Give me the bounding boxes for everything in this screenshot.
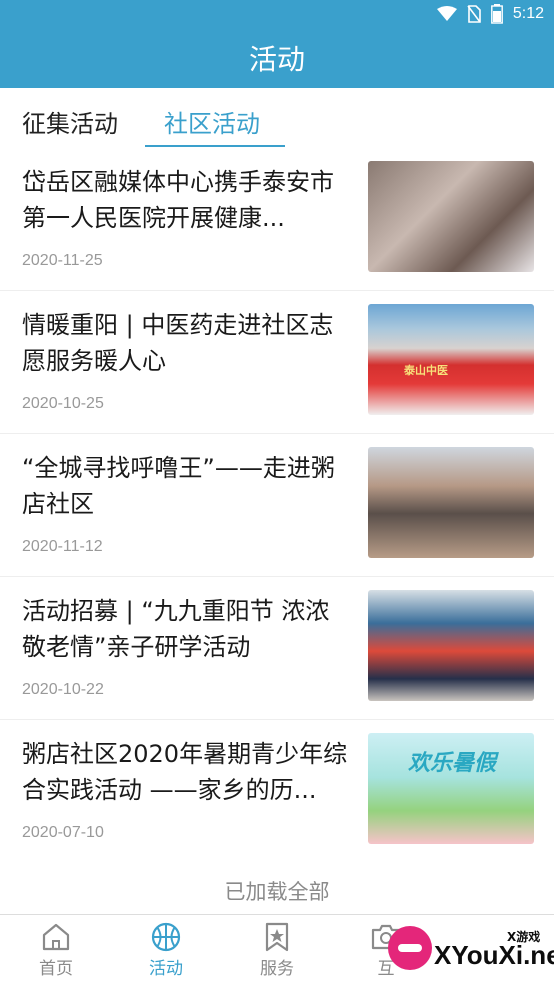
- list-item[interactable]: 活动招募 | “九九重阳节 浓浓敬老情”亲子研学活动 2020-10-22: [0, 577, 554, 720]
- watermark-logo-icon: [388, 926, 432, 970]
- list-item[interactable]: 岱岳区融媒体中心携手泰安市第一人民医院开展健康... 2020-11-25: [0, 148, 554, 291]
- status-bar: 5:12: [0, 0, 554, 30]
- tab-bar: 征集活动 社区活动: [0, 88, 554, 148]
- page-title: 活动: [248, 43, 305, 76]
- nav-label: 服务: [260, 959, 294, 979]
- item-title: 粥店社区2020年暑期青少年综合实践活动 ——家乡的历...: [22, 740, 348, 804]
- active-tab-indicator: [145, 145, 285, 147]
- item-title: 活动招募 | “九九重阳节 浓浓敬老情”亲子研学活动: [22, 597, 330, 661]
- item-title: 岱岳区融媒体中心携手泰安市第一人民医院开展健康...: [22, 168, 334, 232]
- nav-label: 首页: [39, 959, 73, 979]
- item-date: 2020-07-10: [22, 824, 104, 841]
- status-time: 5:12: [512, 5, 544, 22]
- nav-item-services[interactable]: 服务: [237, 921, 317, 979]
- battery-icon: [490, 4, 503, 24]
- bookmark-star-icon: [265, 922, 289, 952]
- list-item[interactable]: 情暖重阳 | 中医药走进社区志愿服务暖人心 2020-10-25 泰山中医: [0, 291, 554, 434]
- item-date: 2020-10-22: [22, 681, 104, 698]
- watermark-text: XYouXi.net: [434, 940, 554, 970]
- load-status-text: 已加载全部: [224, 880, 330, 904]
- nav-label: 活动: [149, 959, 183, 979]
- list-item[interactable]: 粥店社区2020年暑期青少年综合实践活动 ——家乡的历... 2020-07-1…: [0, 720, 554, 863]
- item-date: 2020-11-25: [22, 252, 103, 269]
- wifi-icon: [436, 6, 457, 21]
- thumbnail-caption: 欢乐暑假: [408, 750, 497, 776]
- thumbnail-caption: 泰山中医: [404, 364, 448, 377]
- nav-item-home[interactable]: 首页: [16, 921, 96, 979]
- item-thumbnail: [368, 590, 534, 701]
- list-item[interactable]: “全城寻找呼噜王”——走进粥店社区 2020-11-12: [0, 434, 554, 577]
- tab-community-activities[interactable]: 社区活动: [164, 104, 260, 139]
- basketball-icon: [151, 922, 181, 952]
- item-thumbnail: [368, 447, 534, 558]
- item-title: 情暖重阳 | 中医药走进社区志愿服务暖人心: [22, 311, 334, 375]
- item-date: 2020-11-12: [22, 538, 103, 555]
- item-date: 2020-10-25: [22, 395, 104, 412]
- activity-list: 岱岳区融媒体中心携手泰安市第一人民医院开展健康... 2020-11-25 情暖…: [0, 148, 554, 863]
- status-icons: 5:12: [436, 4, 544, 24]
- item-thumbnail: 泰山中医: [368, 304, 534, 415]
- item-thumbnail: [368, 161, 534, 272]
- app-header: 5:12 活动: [0, 0, 554, 88]
- no-sim-icon: [467, 5, 481, 23]
- nav-item-activities[interactable]: 活动: [126, 921, 206, 979]
- tab-collection-activities[interactable]: 征集活动: [22, 104, 118, 139]
- home-icon: [42, 923, 70, 951]
- item-thumbnail: 欢乐暑假: [368, 733, 534, 844]
- item-title: “全城寻找呼噜王”——走进粥店社区: [22, 454, 335, 518]
- watermark: X游戏 XYouXi.net: [384, 916, 554, 982]
